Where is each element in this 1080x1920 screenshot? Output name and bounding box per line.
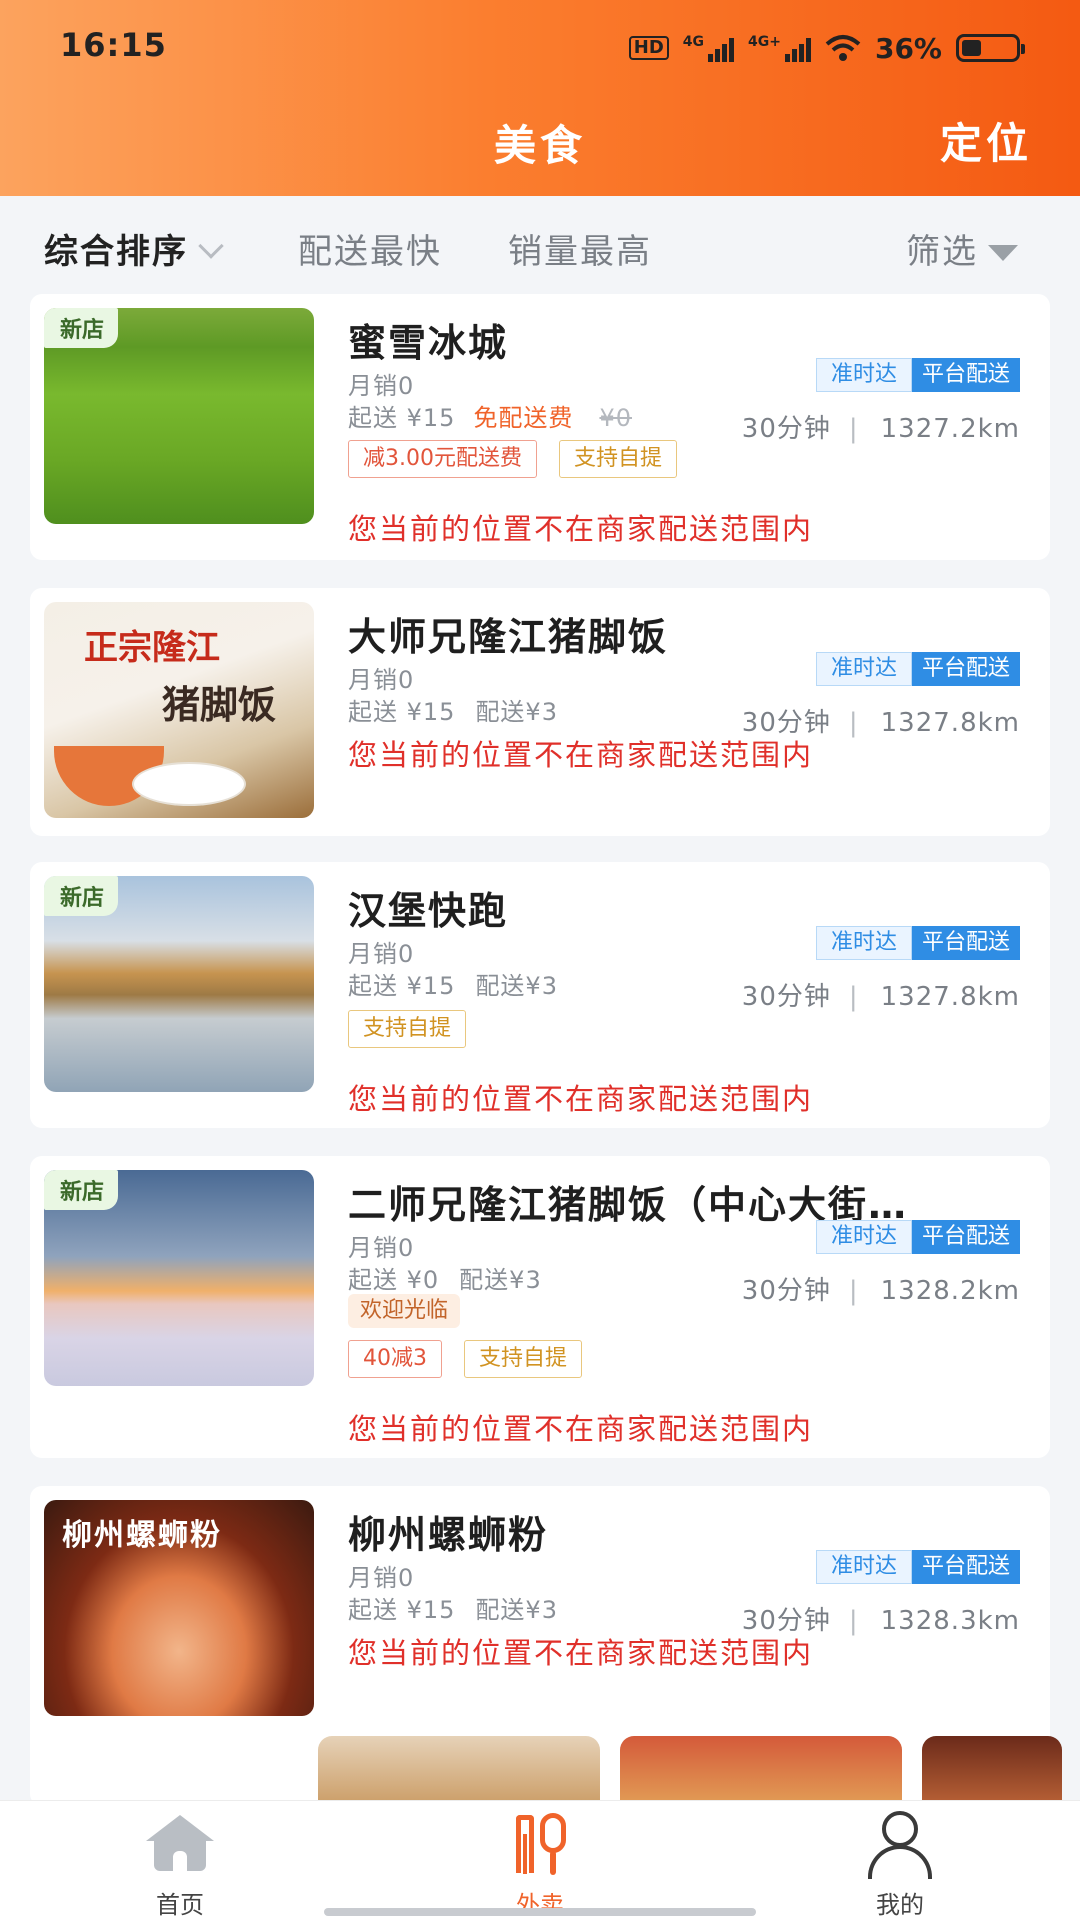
monthly-sales: 月销0 [348,372,415,400]
platform-delivery-badge: 平台配送 [911,926,1020,960]
store-name: 蜜雪冰城 [348,321,509,365]
store-image: 新店 [44,876,314,1092]
store-name: 汉堡快跑 [348,889,509,933]
delivery-badges: 准时达 平台配送 [815,358,1020,392]
monthly-sales: 月销0 [348,940,415,968]
filter-icon [988,245,1018,261]
hd-icon: HD [628,36,669,60]
ontime-badge: 准时达 [815,1550,912,1584]
nav-mine[interactable]: 我的 [800,1801,1000,1920]
promo-tags: 支持自提 [348,1010,467,1048]
header: 16:15 HD 4G 4G+ 36% 美食 定位 [0,0,1080,196]
promo-tags: 减3.00元配送费 支持自提 [348,440,678,478]
price-info: 起送 ¥0 配送¥3 [348,1266,542,1294]
price-info: 起送 ¥15 配送¥3 [348,698,558,726]
time-distance: 30分钟 | 1327.8km [741,982,1020,1012]
welcome-tag: 欢迎光临 [348,1294,461,1328]
page-title: 美食 [493,121,586,170]
store-card[interactable]: 新店 二师兄隆江猪脚饭（中心大街… 月销0 起送 ¥0 配送¥3 准时达 平台配送 … [30,1156,1050,1458]
home-indicator [324,1908,756,1916]
store-image: 正宗隆江 猪脚饭 [44,602,314,818]
delivery-badges: 准时达 平台配送 [815,1550,1020,1584]
time-distance: 30分钟 | 1328.2km [741,1276,1020,1306]
fork-spoon-icon [510,1813,570,1879]
locate-button[interactable]: 定位 [940,110,1032,171]
platform-delivery-badge: 平台配送 [911,652,1020,686]
out-of-range-notice: 您当前的位置不在商家配送范围内 [348,1412,814,1446]
pickup-tag: 支持自提 [348,1010,467,1048]
store-card[interactable]: 正宗隆江 猪脚饭 大师兄隆江猪脚饭 月销0 起送 ¥15 配送¥3 准时达 平台配送… [30,588,1050,836]
ontime-badge: 准时达 [815,1220,912,1254]
store-name: 柳州螺蛳粉 [348,1513,549,1557]
pickup-tag: 支持自提 [464,1340,583,1378]
store-image: 新店 [44,308,314,524]
promo-tag: 40减3 [348,1340,442,1378]
monthly-sales: 月销0 [348,666,415,694]
signal-4g-icon: 4G [683,34,734,62]
sort-fastest[interactable]: 配送最快 [298,224,442,273]
battery-percent: 36% [874,31,942,65]
out-of-range-notice: 您当前的位置不在商家配送范围内 [348,1636,814,1670]
chevron-down-icon [198,233,224,259]
sort-comprehensive[interactable]: 综合排序 [44,224,224,273]
ontime-badge: 准时达 [815,926,912,960]
status-time: 16:15 [60,26,167,64]
nav-mine-label: 我的 [876,1891,924,1919]
ontime-badge: 准时达 [815,358,912,392]
price-info: 起送 ¥15 配送¥3 [348,1596,558,1624]
new-store-badge: 新店 [44,308,119,348]
battery-icon [956,34,1025,62]
price-info: 起送 ¥15 免配送费 ¥0 [348,404,632,432]
out-of-range-notice: 您当前的位置不在商家配送范围内 [348,1082,814,1116]
status-icons: HD 4G 4G+ 36% [628,30,1025,66]
nav-takeout[interactable]: 外卖 [440,1801,640,1920]
promo-tags: 40减3 支持自提 [348,1340,583,1378]
bottom-nav: 首页 外卖 我的 [0,1800,1080,1920]
platform-delivery-badge: 平台配送 [911,1220,1020,1254]
new-store-badge: 新店 [44,1170,119,1210]
nav-home-label: 首页 [156,1891,204,1919]
store-card[interactable]: 新店 蜜雪冰城 月销0 起送 ¥15 免配送费 ¥0 准时达 平台配送 30分钟 | 13… [30,294,1050,560]
new-store-badge: 新店 [44,876,119,916]
price-info: 起送 ¥15 配送¥3 [348,972,558,1000]
signal-4g-plus-icon: 4G+ [748,34,811,62]
pickup-tag: 支持自提 [559,440,678,478]
platform-delivery-badge: 平台配送 [911,1550,1020,1584]
product-image-strip [318,1736,1080,1816]
home-icon [146,1815,214,1875]
wifi-icon [825,35,861,61]
filter-button[interactable]: 筛选 [906,224,1018,273]
platform-delivery-badge: 平台配送 [911,358,1020,392]
store-card[interactable]: 新店 汉堡快跑 月销0 起送 ¥15 配送¥3 准时达 平台配送 30分钟 | 1327… [30,862,1050,1128]
out-of-range-notice: 您当前的位置不在商家配送范围内 [348,738,814,772]
store-image: 柳州螺蛳粉 [44,1500,314,1716]
status-bar: 16:15 HD 4G 4G+ 36% [0,0,1080,96]
sort-bar: 综合排序 配送最快 销量最高 筛选 [0,196,1080,296]
out-of-range-notice: 您当前的位置不在商家配送范围内 [348,512,814,546]
monthly-sales: 月销0 [348,1234,415,1262]
time-distance: 30分钟 | 1327.2km [741,414,1020,444]
delivery-badges: 准时达 平台配送 [815,926,1020,960]
delivery-badges: 准时达 平台配送 [815,1220,1020,1254]
monthly-sales: 月销0 [348,1564,415,1592]
store-image: 新店 [44,1170,314,1386]
store-name: 大师兄隆江猪脚饭 [348,615,669,659]
ontime-badge: 准时达 [815,652,912,686]
user-icon [868,1811,932,1879]
delivery-badges: 准时达 平台配送 [815,652,1020,686]
sort-top-sales[interactable]: 销量最高 [508,224,652,273]
nav-home[interactable]: 首页 [80,1801,280,1920]
promo-tag: 减3.00元配送费 [348,440,537,478]
